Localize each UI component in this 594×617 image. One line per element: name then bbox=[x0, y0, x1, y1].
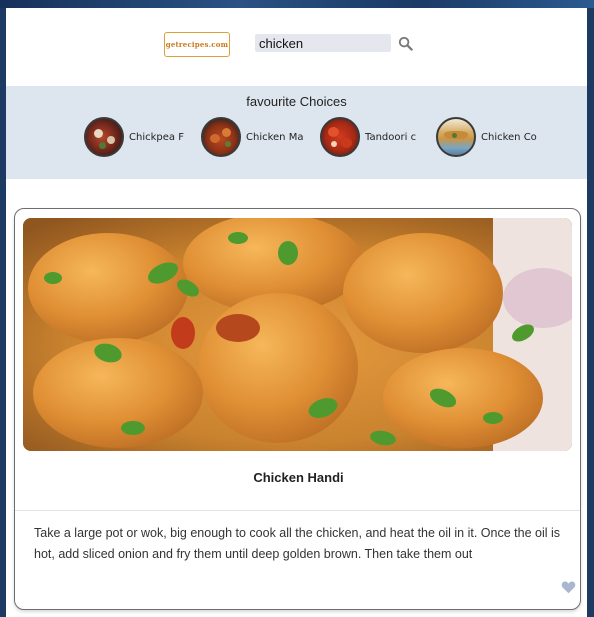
search-icon[interactable] bbox=[398, 36, 413, 51]
favourite-thumbnail bbox=[201, 117, 241, 157]
favourite-item-chicken-co[interactable]: Chicken Co bbox=[436, 116, 537, 158]
favourite-label: Chicken Ma bbox=[246, 131, 304, 143]
recipe-card[interactable]: Chicken Handi Take a large pot or wok, b… bbox=[14, 208, 581, 610]
recipe-app: getrecipes.com favourite Choices Chickpe… bbox=[6, 8, 587, 617]
chicken-handi-photo bbox=[23, 218, 572, 451]
favourite-thumbnail bbox=[84, 117, 124, 157]
recipe-image bbox=[23, 218, 572, 451]
card-divider bbox=[15, 510, 580, 511]
favourite-label: Chicken Co bbox=[481, 131, 537, 143]
favourite-thumbnail bbox=[320, 117, 360, 157]
favourite-thumbnail bbox=[436, 117, 476, 157]
favourite-label: Chickpea F bbox=[129, 131, 184, 143]
favourite-label: Tandoori c bbox=[365, 131, 417, 143]
favourite-item-chicken-makhani[interactable]: Chicken Ma bbox=[201, 116, 303, 158]
heart-icon[interactable] bbox=[561, 580, 576, 594]
recipe-description: Take a large pot or wok, big enough to c… bbox=[34, 526, 561, 561]
favourites-title: favourite Choices bbox=[246, 94, 347, 109]
search-input[interactable] bbox=[255, 34, 391, 52]
favourite-item-tandoori-chicken[interactable]: Tandoori c bbox=[320, 116, 416, 158]
header: getrecipes.com bbox=[6, 8, 587, 86]
favourite-item-chickpea[interactable]: Chickpea F bbox=[84, 116, 184, 158]
browser-top-strip bbox=[0, 0, 594, 8]
favourite-choices-section: favourite Choices Chickpea F Chicken Ma bbox=[6, 86, 587, 179]
recipe-title[interactable]: Chicken Handi bbox=[15, 470, 580, 485]
site-logo[interactable]: getrecipes.com bbox=[164, 32, 230, 57]
